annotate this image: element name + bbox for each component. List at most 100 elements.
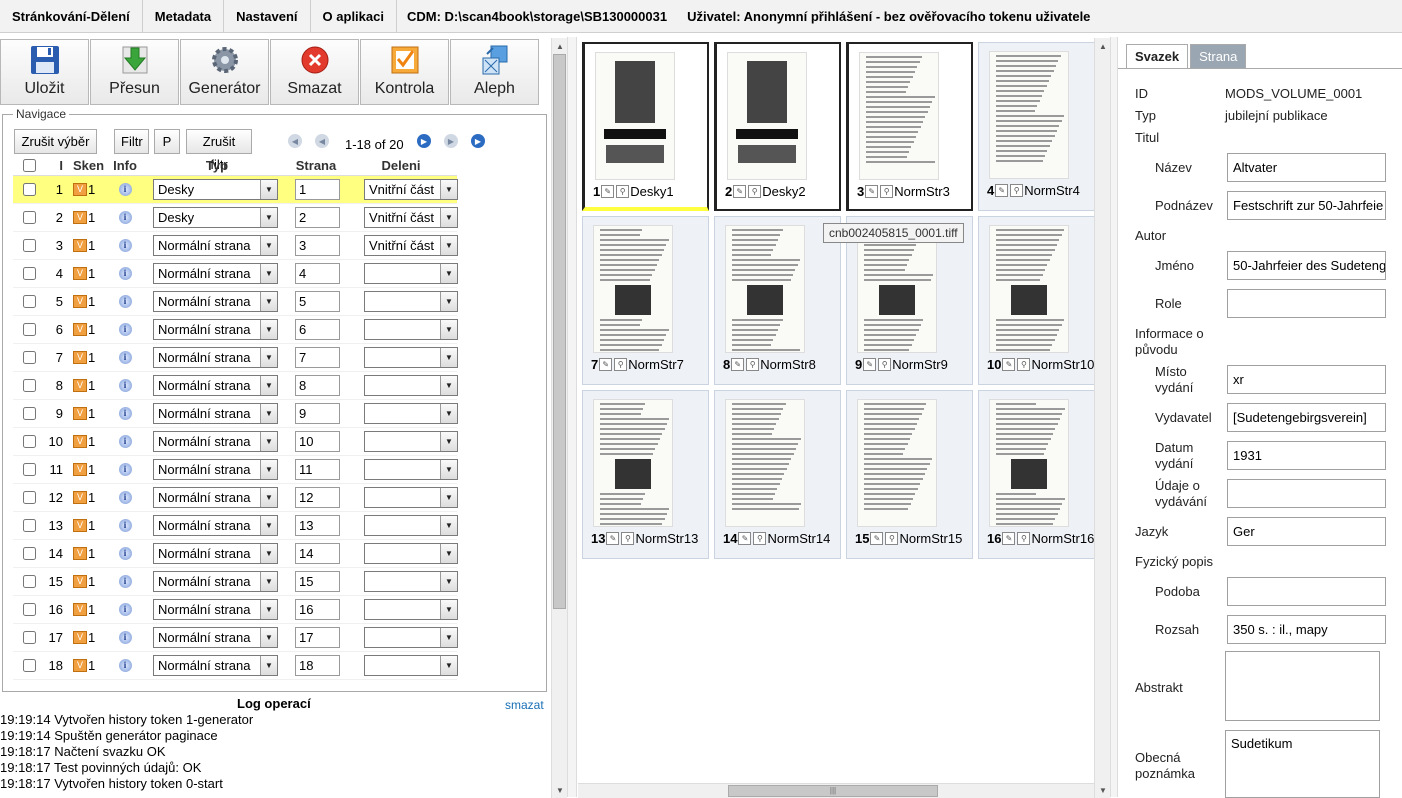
row-checkbox[interactable] (22, 547, 36, 560)
strana-input[interactable]: 2 (295, 207, 340, 228)
page-thumbnail[interactable]: 16 ✎ ⚲ NormStr16 (978, 390, 1105, 559)
table-row[interactable]: 13 V 1 i Normální strana ▼ 13 ▼ (13, 512, 458, 540)
row-checkbox[interactable] (22, 519, 36, 532)
udaje-input[interactable] (1227, 479, 1386, 508)
typ-select[interactable]: Normální strana ▼ (153, 487, 278, 508)
strana-input[interactable]: 13 (295, 515, 340, 536)
strana-input[interactable]: 12 (295, 487, 340, 508)
save-button[interactable]: Uložit (0, 39, 89, 105)
row-checkbox[interactable] (22, 603, 36, 616)
deleni-select[interactable]: ▼ (364, 403, 458, 424)
page-thumbnail[interactable]: 13 ✎ ⚲ NormStr13 (582, 390, 709, 559)
row-checkbox[interactable] (22, 463, 36, 476)
info-icon[interactable]: i (118, 491, 132, 504)
row-checkbox[interactable] (22, 211, 36, 224)
zoom-icon[interactable]: ⚲ (878, 358, 892, 371)
info-icon[interactable]: i (118, 295, 132, 308)
splitter-right[interactable] (1110, 37, 1118, 797)
role-input[interactable] (1227, 289, 1386, 318)
scan-icon[interactable]: V (73, 603, 87, 616)
poznamka-textarea[interactable]: Sudetikum (1225, 730, 1380, 798)
scan-icon[interactable]: V (73, 435, 87, 448)
scan-icon[interactable]: V (73, 631, 87, 644)
abstrakt-textarea[interactable] (1225, 651, 1380, 721)
page-thumbnail[interactable]: 10 ✎ ⚲ NormStr10 (978, 216, 1105, 385)
zoom-icon[interactable]: ⚲ (1017, 358, 1031, 371)
edit-icon[interactable]: ✎ (731, 358, 745, 371)
strana-input[interactable]: 5 (295, 291, 340, 312)
strana-input[interactable]: 1 (295, 179, 340, 200)
zoom-icon[interactable]: ⚲ (616, 185, 630, 198)
row-checkbox[interactable] (22, 659, 36, 672)
table-row[interactable]: 6 V 1 i Normální strana ▼ 6 ▼ (13, 316, 458, 344)
zoom-icon[interactable]: ⚲ (614, 358, 628, 371)
info-icon[interactable]: i (118, 575, 132, 588)
row-checkbox[interactable] (22, 323, 36, 336)
zoom-icon[interactable]: ⚲ (621, 532, 635, 545)
strana-input[interactable]: 8 (295, 375, 340, 396)
info-icon[interactable]: i (118, 659, 132, 672)
deleni-select[interactable]: ▼ (364, 347, 458, 368)
table-row[interactable]: 8 V 1 i Normální strana ▼ 8 ▼ (13, 372, 458, 400)
page-thumbnail[interactable]: 2 ✎ ⚲ Desky2 (714, 42, 841, 211)
info-icon[interactable]: i (118, 239, 132, 252)
table-row[interactable]: 2 V 1 i Desky ▼ 2 Vnitřní část ▼ (13, 204, 458, 232)
jmeno-input[interactable]: 50-Jahrfeier des Sudeteng (1227, 251, 1386, 280)
row-checkbox[interactable] (22, 239, 36, 252)
thumb-hscrollbar[interactable]: ||| (578, 783, 1108, 798)
deleni-select[interactable]: ▼ (364, 319, 458, 340)
deleni-select[interactable]: ▼ (364, 263, 458, 284)
deleni-select[interactable]: ▼ (364, 291, 458, 312)
scan-icon[interactable]: V (73, 659, 87, 672)
deleni-select[interactable]: Vnitřní část ▼ (364, 207, 458, 228)
menu-nastaveni[interactable]: Nastavení (224, 0, 311, 33)
typ-select[interactable]: Desky ▼ (153, 179, 278, 200)
strana-input[interactable]: 16 (295, 599, 340, 620)
typ-select[interactable]: Normální strana ▼ (153, 235, 278, 256)
first-page-icon[interactable]: ◀ (288, 134, 302, 148)
deleni-select[interactable]: ▼ (364, 627, 458, 648)
typ-select[interactable]: Normální strana ▼ (153, 459, 278, 480)
prev-page-icon[interactable]: ◀ (315, 134, 329, 148)
strana-input[interactable]: 14 (295, 543, 340, 564)
page-thumbnail[interactable]: 15 ✎ ⚲ NormStr15 (846, 390, 973, 559)
typ-select[interactable]: Normální strana ▼ (153, 515, 278, 536)
strana-input[interactable]: 6 (295, 319, 340, 340)
jazyk-input[interactable]: Ger (1227, 517, 1386, 546)
info-icon[interactable]: i (118, 211, 132, 224)
scan-icon[interactable]: V (73, 351, 87, 364)
table-row[interactable]: 7 V 1 i Normální strana ▼ 7 ▼ (13, 344, 458, 372)
thumb-vscrollbar[interactable]: ▲ ▼ (1094, 38, 1110, 798)
zoom-icon[interactable]: ⚲ (1010, 184, 1024, 197)
aleph-button[interactable]: Aleph (450, 39, 539, 105)
clear-filter-button[interactable]: Zrušit filtr (186, 129, 252, 172)
table-row[interactable]: 14 V 1 i Normální strana ▼ 14 ▼ (13, 540, 458, 568)
strana-input[interactable]: 18 (295, 655, 340, 676)
splitter-left[interactable] (567, 37, 577, 797)
edit-icon[interactable]: ✎ (1002, 358, 1016, 371)
typ-select[interactable]: Desky ▼ (153, 207, 278, 228)
deleni-select[interactable]: ▼ (364, 599, 458, 620)
row-checkbox[interactable] (22, 491, 36, 504)
page-thumbnail[interactable]: 14 ✎ ⚲ NormStr14 (714, 390, 841, 559)
misto-input[interactable]: xr (1227, 365, 1386, 394)
edit-icon[interactable]: ✎ (870, 532, 884, 545)
scan-icon[interactable]: V (73, 183, 87, 196)
menu-strankovani[interactable]: Stránkování-Dělení (0, 0, 143, 33)
strana-input[interactable]: 9 (295, 403, 340, 424)
scan-icon[interactable]: V (73, 491, 87, 504)
generator-button[interactable]: Generátor (180, 39, 269, 105)
typ-select[interactable]: Normální strana ▼ (153, 655, 278, 676)
edit-icon[interactable]: ✎ (863, 358, 877, 371)
page-thumbnail[interactable]: 4 ✎ ⚲ NormStr4 (978, 42, 1105, 211)
row-checkbox[interactable] (22, 267, 36, 280)
table-row[interactable]: 11 V 1 i Normální strana ▼ 11 ▼ (13, 456, 458, 484)
table-row[interactable]: 1 V 1 i Desky ▼ 1 Vnitřní část ▼ (13, 176, 458, 204)
edit-icon[interactable]: ✎ (733, 185, 747, 198)
hscroll-thumb[interactable]: ||| (728, 785, 938, 797)
scan-icon[interactable]: V (73, 239, 87, 252)
deleni-select[interactable]: ▼ (364, 375, 458, 396)
move-button[interactable]: Přesun (90, 39, 179, 105)
scroll-down-icon[interactable]: ▼ (552, 782, 568, 798)
edit-icon[interactable]: ✎ (606, 532, 620, 545)
